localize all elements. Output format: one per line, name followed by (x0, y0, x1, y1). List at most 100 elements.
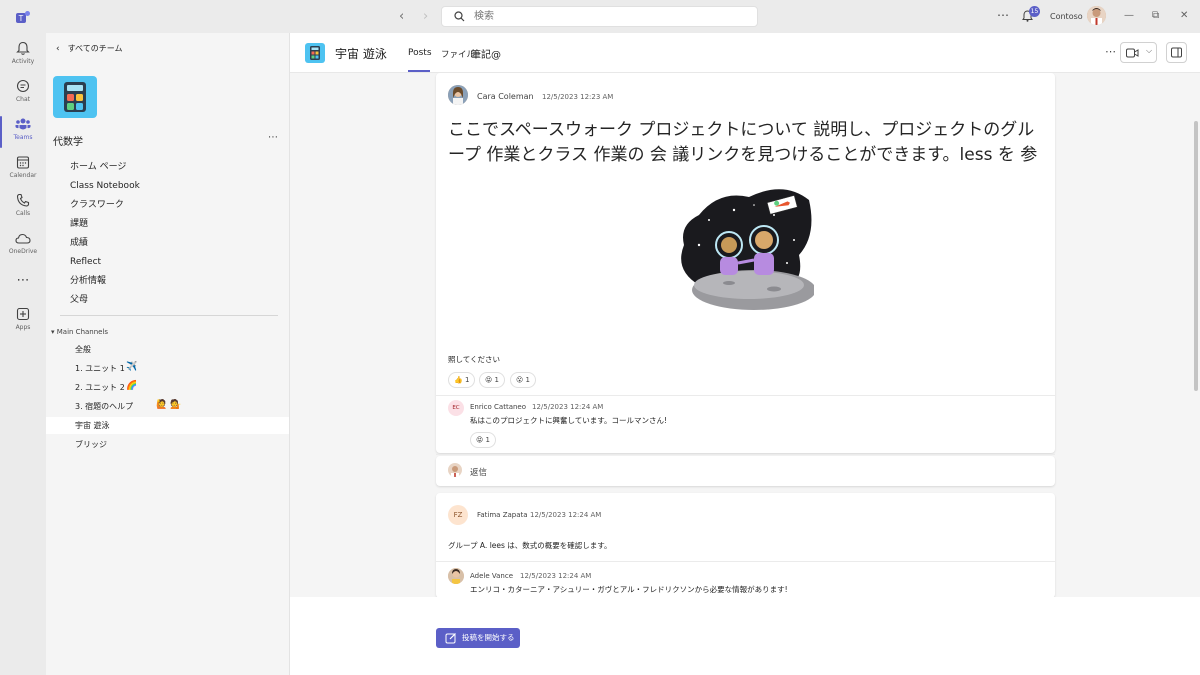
channel-unit-1[interactable]: 1. ユニット 1 ✈️ (46, 360, 289, 377)
avatar[interactable] (448, 568, 464, 584)
rail-more-apps[interactable]: ⋯ (0, 269, 46, 289)
open-panel-button[interactable] (1166, 42, 1187, 63)
back-arrow-icon[interactable]: ‹ (399, 9, 404, 24)
cloud-icon (15, 233, 31, 244)
post-author[interactable]: Fatima Zapata (477, 511, 528, 519)
user-avatar[interactable] (1087, 6, 1106, 25)
reply-timestamp: 12/5/2023 12:24 AM (520, 572, 592, 580)
avatar[interactable]: FZ (448, 505, 468, 525)
reply-author[interactable]: Adele Vance (470, 572, 513, 580)
posts-feed: Cara Coleman 12/5/2023 12:23 AM ここでスペースウ… (290, 73, 1200, 597)
reply-text: エンリコ・カターニア・アシュリー・ガヴとアル・フレドリクソンから必要な情報があり… (470, 585, 788, 594)
active-tab-indicator (408, 70, 430, 72)
feed-scrollbar[interactable] (1194, 121, 1198, 391)
nav-classwork[interactable]: クラスワーク (70, 197, 124, 210)
main-content: 宇宙 遊泳 Posts ファイル 筆記@ ⋯ ⌵ Cara Coleman 12… (290, 33, 1200, 675)
rainbow-emoji-icon: 🌈 (126, 381, 138, 391)
rail-item-onedrive[interactable]: OneDrive (0, 227, 46, 263)
avatar[interactable]: EC (448, 400, 464, 416)
nav-insights[interactable]: 分析情報 (70, 273, 106, 286)
post-author[interactable]: Cara Coleman (477, 92, 534, 101)
channel-homework-help[interactable]: 3. 宿題のヘルプ 🙋 💁 (46, 398, 289, 415)
chat-icon (16, 79, 30, 93)
post-card: Cara Coleman 12/5/2023 12:23 AM ここでスペースウ… (436, 73, 1055, 453)
start-post-button[interactable]: 投稿を開始する (436, 628, 520, 648)
chevron-down-icon: ⌵ (1146, 46, 1153, 55)
astronaut-illustration (681, 189, 814, 310)
header-more-icon[interactable]: ⋯ (1105, 45, 1116, 58)
minimize-icon[interactable]: — (1124, 10, 1134, 21)
reply-button[interactable]: 返信 (470, 466, 487, 478)
more-options-icon[interactable]: ⋯ (997, 8, 1009, 22)
restore-icon[interactable]: ⧉ (1152, 10, 1159, 21)
calculator-icon (64, 82, 86, 112)
post-body: グループ A. lees は、数式の概要を確認します。 (448, 541, 612, 550)
back-to-all-teams[interactable]: ‹ すべてのチーム (56, 43, 123, 54)
tab-files[interactable]: ファイル (441, 48, 475, 60)
phone-icon (16, 193, 30, 207)
channel-bridge[interactable]: ブリッジ (46, 436, 289, 453)
channels-section-header[interactable]: ▾ Main Channels (51, 328, 108, 336)
reaction-laughing[interactable]: 😝 1 (470, 432, 497, 448)
rail-item-activity[interactable]: Activity (0, 37, 46, 73)
teams-icon (15, 118, 31, 130)
rail-item-teams[interactable]: Teams (0, 113, 46, 149)
rail-item-apps[interactable]: Apps (0, 303, 46, 339)
divider (436, 454, 1055, 455)
team-sidebar: ‹ すべてのチーム 代数学 ⋯ ホーム ページ Class Notebook クラ… (46, 33, 290, 675)
team-more-options-icon[interactable]: ⋯ (268, 132, 278, 143)
nav-assignments[interactable]: 課題 (70, 216, 88, 229)
sidebar-divider (60, 315, 278, 316)
chevron-left-icon: ‹ (56, 44, 60, 54)
reaction-laughing[interactable]: 😝 1 (479, 372, 506, 388)
meet-button[interactable]: ⌵ (1120, 42, 1157, 63)
caret-down-icon: ▾ (51, 328, 55, 336)
post-timestamp: 12/5/2023 12:24 AM (530, 511, 602, 519)
reaction-thumbs-up[interactable]: 👍 1 (448, 372, 476, 388)
nav-class-notebook[interactable]: Class Notebook (70, 181, 140, 191)
channel-team-icon (305, 43, 325, 63)
tab-posts[interactable]: Posts (408, 48, 432, 58)
rail-item-calendar[interactable]: Calendar (0, 151, 46, 187)
channel-header: 宇宙 遊泳 Posts ファイル 筆記@ ⋯ ⌵ (290, 33, 1200, 73)
more-icon: ⋯ (16, 273, 30, 288)
calculator-icon (310, 46, 320, 60)
reply-divider (436, 561, 1055, 562)
channel-general[interactable]: 全般 (46, 341, 289, 358)
tab-notes[interactable]: 筆記@ (471, 46, 501, 61)
rail-item-chat[interactable]: Chat (0, 75, 46, 111)
nav-grades[interactable]: 成績 (70, 235, 88, 248)
channel-unit-2[interactable]: 2. ユニット 2 🌈 (46, 379, 289, 396)
title-bar: T ‹ › ⋯ 15 Contoso — ⧉ ✕ (0, 0, 1200, 33)
search-input[interactable] (474, 9, 744, 24)
nav-home-page[interactable]: ホーム ページ (70, 159, 126, 172)
teams-logo-icon: T (16, 11, 30, 23)
nav-parents[interactable]: 父母 (70, 292, 88, 305)
reply-divider (436, 395, 1055, 396)
avatar (448, 463, 462, 477)
compose-icon (445, 633, 456, 644)
reply-bar[interactable]: 返信 (436, 456, 1055, 486)
org-name[interactable]: Contoso (1050, 12, 1083, 21)
reply-author[interactable]: Enrico Cattaneo (470, 403, 526, 411)
app-rail: Activity Chat Teams Calendar Calls OneDr… (0, 33, 46, 675)
apps-icon (16, 307, 30, 321)
calendar-icon (16, 156, 30, 169)
forward-arrow-icon[interactable]: › (423, 9, 428, 24)
team-tile (53, 76, 97, 118)
reply-text: 私はこのプロジェクトに興奮しています。コールマンさん! (470, 416, 668, 425)
reply-timestamp: 12/5/2023 12:24 AM (532, 403, 604, 411)
post-card: FZ Fatima Zapata 12/5/2023 12:24 AM グループ… (436, 493, 1055, 597)
search-box[interactable] (441, 6, 758, 27)
channel-title: 宇宙 遊泳 (335, 47, 387, 61)
post-body-tail: 照してください (448, 355, 501, 364)
reaction-surprised[interactable]: 😮 1 (510, 372, 537, 388)
avatar[interactable] (448, 85, 468, 105)
post-timestamp: 12/5/2023 12:23 AM (542, 93, 614, 101)
rail-item-calls[interactable]: Calls (0, 189, 46, 225)
nav-reflect[interactable]: Reflect (70, 257, 101, 267)
notification-badge: 15 (1029, 6, 1040, 17)
svg-text:T: T (19, 14, 24, 23)
close-icon[interactable]: ✕ (1180, 10, 1188, 21)
channel-spacewalk[interactable]: 宇宙 遊泳 (46, 417, 289, 434)
